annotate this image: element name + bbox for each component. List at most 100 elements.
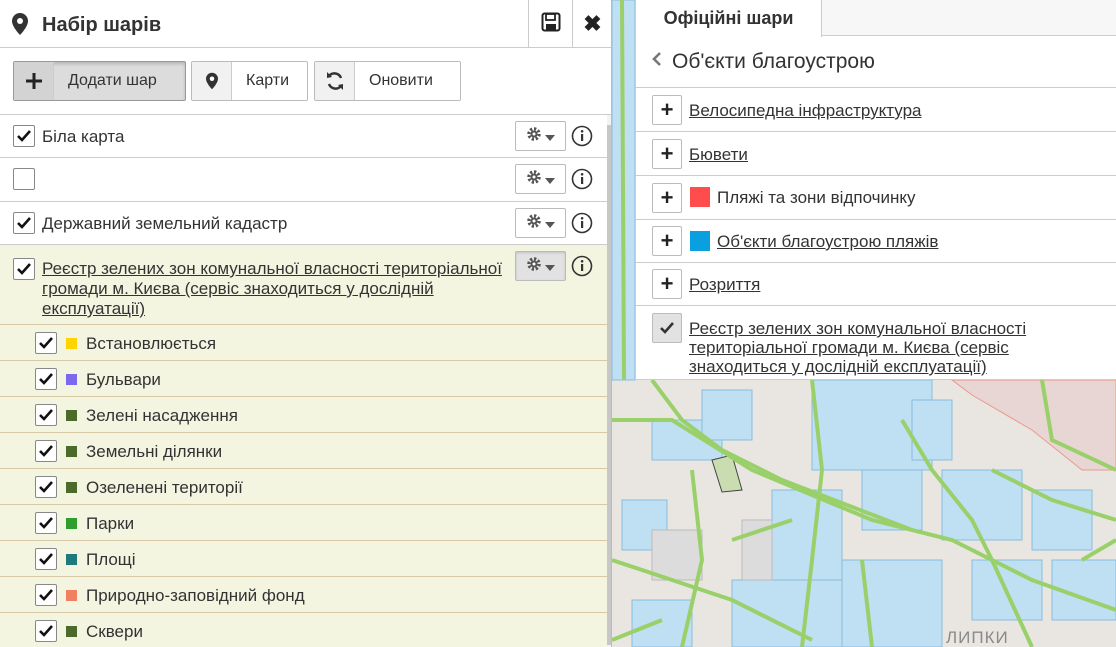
caret-down-icon <box>545 126 555 146</box>
sublayer-checkbox[interactable] <box>35 548 57 570</box>
official-layer-link[interactable]: Реєстр зелених зон комунальної власності… <box>689 319 1099 376</box>
sublayer-label: Парки <box>86 514 135 533</box>
layer-checkbox[interactable] <box>13 258 35 280</box>
info-icon[interactable] <box>571 212 593 239</box>
sublayer-label: Земельні ділянки <box>86 442 223 461</box>
sublayer-checkbox[interactable] <box>35 584 57 606</box>
maps-button[interactable]: Карти <box>191 61 308 101</box>
panel-header: Набір шарів ✖ <box>0 0 611 48</box>
official-layer-label: Пляжі та зони відпочинку <box>717 188 916 207</box>
official-layer-item: + Велосипедна інфраструктура <box>636 88 1116 132</box>
tab-bar: Офіційні шари <box>636 0 1116 37</box>
caret-down-icon <box>545 169 555 189</box>
close-icon: ✖ <box>583 11 602 36</box>
layer-checkbox[interactable] <box>13 125 35 147</box>
plus-icon: + <box>660 271 674 296</box>
info-icon[interactable] <box>571 255 593 282</box>
add-layer-plus-button[interactable]: + <box>652 226 682 256</box>
sublayer-label: Площі <box>86 550 136 569</box>
sublayer-label: Озеленені території <box>86 478 243 497</box>
official-layer-link[interactable]: Велосипедна інфраструктура <box>689 101 922 121</box>
layer-checkbox[interactable] <box>13 168 35 190</box>
sublayer-row: Площі <box>0 541 607 577</box>
sublayer-row: Бульвари <box>0 361 607 397</box>
scrollbar-thumb[interactable] <box>607 125 611 645</box>
legend-swatch <box>66 374 77 385</box>
check-icon <box>659 315 675 341</box>
legend-swatch <box>66 590 77 601</box>
legend-swatch <box>66 482 77 493</box>
legend-swatch <box>66 518 77 529</box>
layer-list: Біла карта Державний земельний кадастр Р… <box>0 115 607 647</box>
map-district-label: ЛИПКИ <box>946 628 1009 647</box>
sublayer-label: Зелені насадження <box>86 406 238 425</box>
refresh-button[interactable]: Оновити <box>314 61 461 101</box>
layer-settings-button[interactable] <box>515 121 566 151</box>
sublayer-checkbox[interactable] <box>35 368 57 390</box>
official-layer-item: + Розриття <box>636 263 1116 306</box>
close-button[interactable]: ✖ <box>572 0 611 48</box>
layer-row-green-zones: Реєстр зелених зон комунальної власності… <box>0 245 607 325</box>
add-layer-plus-button[interactable]: + <box>652 95 682 125</box>
map-pin-icon <box>192 62 232 100</box>
caret-down-icon <box>545 213 555 233</box>
plus-icon: + <box>660 185 674 210</box>
info-icon[interactable] <box>571 125 593 152</box>
legend-swatch <box>66 338 77 349</box>
category-title: Об'єкти благоустрою <box>672 49 875 73</box>
add-layer-plus-button[interactable]: + <box>652 139 682 169</box>
add-layer-label: Додати шар <box>68 72 157 89</box>
map-pin-icon <box>12 13 28 40</box>
layer-settings-button[interactable] <box>515 208 566 238</box>
caret-down-icon <box>545 256 555 276</box>
sublayer-row: Парки <box>0 505 607 541</box>
official-layer-link[interactable]: Об'єкти благоустрою пляжів <box>717 232 938 252</box>
plus-icon: + <box>660 141 674 166</box>
add-layer-button[interactable]: Додати шар <box>13 61 186 101</box>
layer-added-button[interactable] <box>652 313 682 343</box>
layer-settings-button[interactable] <box>515 164 566 194</box>
sublayer-label: Встановлюється <box>86 334 217 353</box>
layer-label: Біла карта <box>42 127 125 146</box>
official-layer-item-added: Реєстр зелених зон комунальної власності… <box>636 306 1116 380</box>
plus-icon: + <box>660 97 674 122</box>
floppy-disk-icon <box>541 12 561 37</box>
sublayer-row: Встановлюється <box>0 325 607 361</box>
layer-link[interactable]: Реєстр зелених зон комунальної власності… <box>42 259 512 319</box>
official-layer-link[interactable]: Розриття <box>689 275 760 295</box>
sublayer-checkbox[interactable] <box>35 476 57 498</box>
add-layer-plus-button[interactable]: + <box>652 183 682 213</box>
panel-toolbar: Додати шар Карти Оновити <box>0 48 611 115</box>
gear-icon <box>526 213 542 234</box>
info-icon[interactable] <box>571 168 593 195</box>
sublayer-checkbox[interactable] <box>35 512 57 534</box>
legend-swatch <box>66 554 77 565</box>
gear-icon <box>526 256 542 277</box>
sublayer-row: Сквери <box>0 613 607 647</box>
sublayer-label: Природно-заповідний фонд <box>86 586 305 605</box>
save-button[interactable] <box>528 0 572 48</box>
sublayer-row: Земельні ділянки <box>0 433 607 469</box>
refresh-icon <box>315 62 355 100</box>
maps-label: Карти <box>246 72 290 89</box>
layer-checkbox[interactable] <box>13 212 35 234</box>
official-layer-link[interactable]: Бювети <box>689 145 748 165</box>
layer-list-scrollbar[interactable] <box>607 115 611 647</box>
official-layers-panel: Офіційні шари Об'єкти благоустрою + Вело… <box>635 0 1116 380</box>
plus-icon <box>14 62 54 100</box>
category-header[interactable]: Об'єкти благоустрою <box>636 36 1116 88</box>
official-layer-item: + Бювети <box>636 132 1116 176</box>
sublayer-checkbox[interactable] <box>35 440 57 462</box>
layer-set-panel: Набір шарів ✖ Додати шар Карти Оновити Б… <box>0 0 612 647</box>
layer-settings-button[interactable] <box>515 251 566 281</box>
layer-label: Державний земельний кадастр <box>42 214 288 233</box>
sublayer-checkbox[interactable] <box>35 404 57 426</box>
official-layer-item: + Пляжі та зони відпочинку <box>636 176 1116 220</box>
sublayer-checkbox[interactable] <box>35 332 57 354</box>
tab-official-layers[interactable]: Офіційні шари <box>636 0 822 37</box>
add-layer-plus-button[interactable]: + <box>652 269 682 299</box>
chevron-left-icon[interactable] <box>652 51 662 72</box>
legend-swatch <box>690 187 710 207</box>
sublayer-label: Бульвари <box>86 370 161 389</box>
sublayer-checkbox[interactable] <box>35 620 57 642</box>
